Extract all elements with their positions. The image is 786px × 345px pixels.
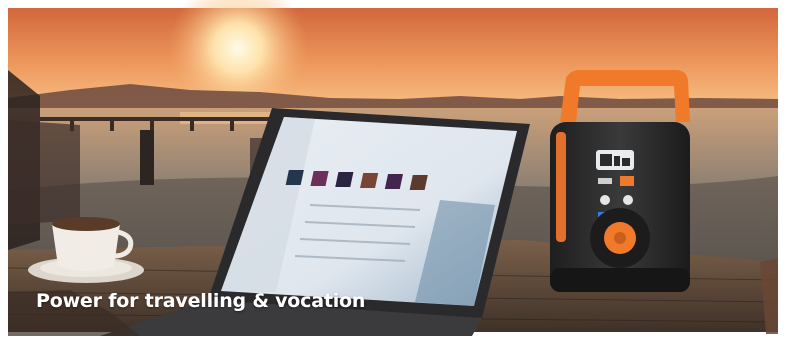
power-button-icon bbox=[620, 176, 634, 186]
banner-caption: Power for travelling & vocation bbox=[36, 290, 366, 312]
banner-scene: Power for travelling & vocation bbox=[0, 0, 786, 340]
banner-photo bbox=[0, 0, 786, 340]
